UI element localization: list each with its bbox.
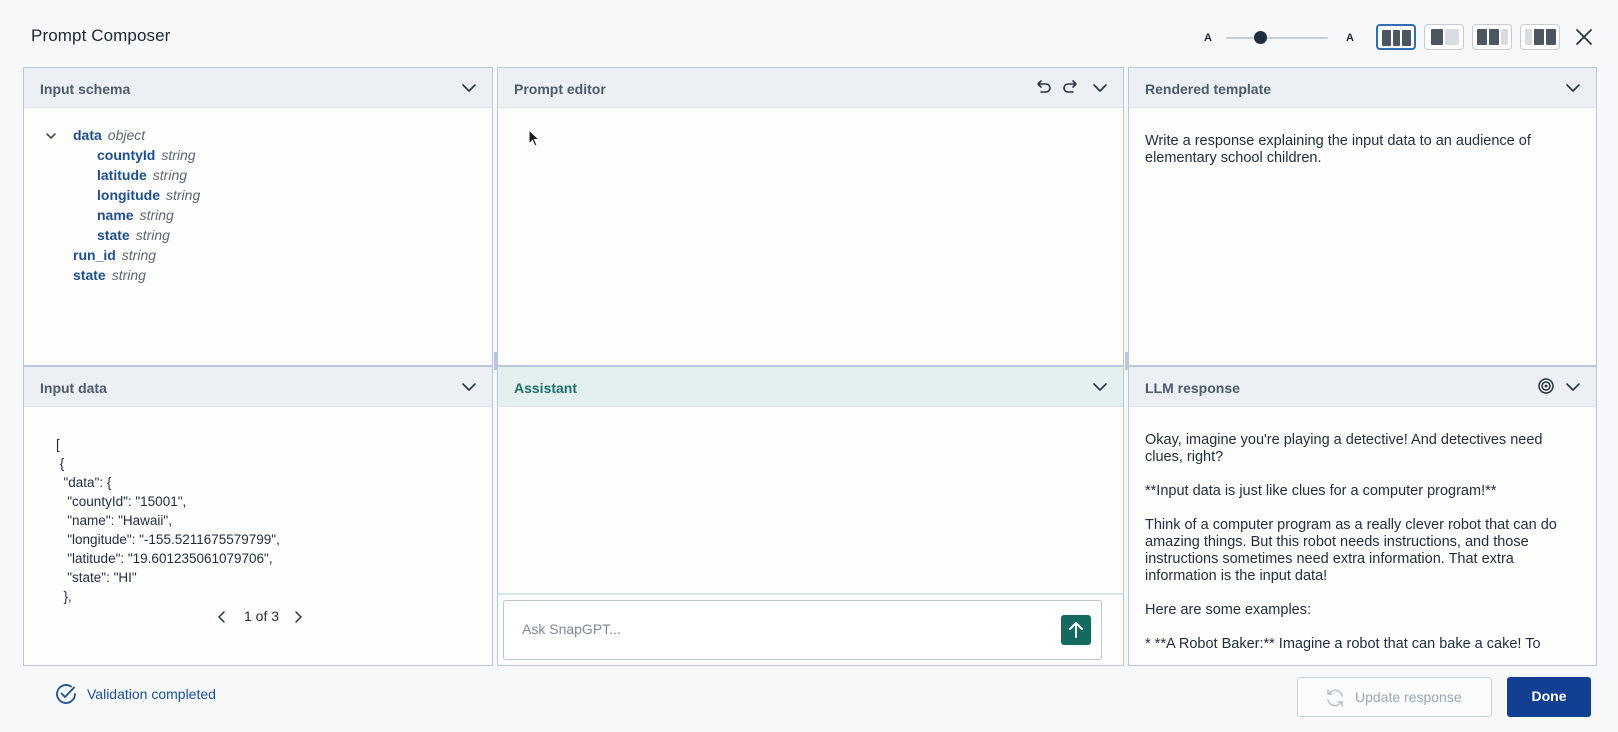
input-schema-panel: Input schema data object countyId string lat… <box>23 67 493 366</box>
rendered-template-text: Write a response explaining the input da… <box>1145 133 1531 166</box>
input-schema-title: Input schema <box>40 81 131 97</box>
prompt-editor-textarea[interactable] <box>514 124 1107 337</box>
llm-response-header[interactable]: LLM response <box>1129 367 1596 407</box>
font-size-small-label: A <box>1204 32 1212 44</box>
check-circle-icon <box>54 682 78 706</box>
title-bar: Prompt Composer A A <box>0 0 1618 66</box>
schema-type: string <box>121 247 157 263</box>
ask-snapgpt-input[interactable]: Ask SnapGPT... <box>503 600 1102 660</box>
undo-icon[interactable] <box>1033 77 1053 97</box>
input-data-panel: Input data [ { "data": { "countyId": "15… <box>23 366 493 666</box>
layout-two-right-button[interactable] <box>1520 24 1560 50</box>
input-data-title: Input data <box>40 380 107 396</box>
schema-key: state <box>73 267 106 283</box>
footer: Validation completed Update response Don… <box>0 666 1618 732</box>
input-data-json: [ { "data": { "countyId": "15001", "name… <box>56 437 280 604</box>
schema-row[interactable]: countyId string <box>44 145 200 165</box>
layout-two-left-button[interactable] <box>1472 24 1512 50</box>
llm-response-paragraph: Think of a computer program as a really … <box>1145 517 1557 584</box>
llm-response-paragraph: Here are some examples: <box>1145 602 1312 618</box>
chevron-down-icon[interactable] <box>460 79 478 97</box>
schema-key: name <box>97 207 134 223</box>
schema-row[interactable]: run_id string <box>44 245 200 265</box>
schema-row[interactable]: state string <box>44 265 200 285</box>
schema-tree: data object countyId string latitude string lo… <box>44 125 200 285</box>
assistant-header[interactable]: Assistant <box>498 367 1123 407</box>
done-label: Done <box>1531 688 1567 704</box>
rendered-template-title: Rendered template <box>1145 81 1272 97</box>
chevron-down-icon[interactable] <box>1091 79 1109 97</box>
font-size-slider[interactable]: A A <box>1204 28 1354 48</box>
schema-row[interactable]: name string <box>44 205 200 225</box>
prompt-editor-header[interactable]: Prompt editor <box>498 68 1123 108</box>
update-response-label: Update response <box>1355 689 1462 705</box>
close-icon[interactable] <box>1572 25 1596 49</box>
input-data-header[interactable]: Input data <box>24 367 492 407</box>
schema-row[interactable]: longitude string <box>44 185 200 205</box>
llm-response-paragraph: **Input data is just like clues for a co… <box>1145 483 1497 499</box>
update-response-button[interactable]: Update response <box>1297 677 1492 717</box>
layout-three-columns-button[interactable] <box>1376 24 1416 50</box>
llm-response-paragraph: * **A Robot Baker:** Imagine a robot tha… <box>1145 636 1541 652</box>
schema-row[interactable]: state string <box>44 225 200 245</box>
window-title: Prompt Composer <box>31 26 171 45</box>
llm-response-text: Okay, imagine you're playing a detective… <box>1145 432 1580 665</box>
send-arrow-icon[interactable] <box>1061 615 1091 645</box>
schema-type: string <box>111 267 146 283</box>
column-resize-handle[interactable] <box>494 352 497 370</box>
target-icon[interactable] <box>1536 376 1556 396</box>
chevron-down-icon[interactable] <box>1564 378 1582 396</box>
column-resize-handle[interactable] <box>1125 352 1128 370</box>
chevron-down-icon[interactable] <box>1091 378 1109 396</box>
rendered-template-header[interactable]: Rendered template <box>1129 68 1596 108</box>
schema-type: string <box>161 147 196 163</box>
llm-response-title: LLM response <box>1145 380 1240 396</box>
input-schema-header[interactable]: Input schema <box>24 68 492 108</box>
assistant-title: Assistant <box>514 380 578 396</box>
schema-key: countyId <box>97 147 156 163</box>
schema-row[interactable]: data object <box>44 125 200 145</box>
chevron-down-icon[interactable] <box>1564 79 1582 97</box>
schema-type: object <box>107 127 146 143</box>
validation-status-text: Validation completed <box>87 686 216 702</box>
schema-key: latitude <box>97 167 147 183</box>
schema-key: data <box>73 127 102 143</box>
redo-icon[interactable] <box>1061 77 1081 97</box>
schema-type: string <box>139 207 174 223</box>
done-button[interactable]: Done <box>1507 677 1591 717</box>
refresh-icon <box>1324 687 1346 709</box>
schema-type: string <box>152 167 188 183</box>
schema-key: run_id <box>73 247 116 263</box>
font-size-large-label: A <box>1346 32 1354 44</box>
chevron-right-icon[interactable] <box>290 609 306 625</box>
prompt-editor-title: Prompt editor <box>514 81 606 97</box>
assistant-divider <box>498 593 1123 595</box>
assistant-panel: Assistant Ask SnapGPT... <box>497 366 1124 666</box>
mouse-cursor-icon <box>528 128 542 149</box>
input-data-pager: 1 of 3 <box>214 607 324 627</box>
layout-single-left-button[interactable] <box>1424 24 1464 50</box>
chevron-down-icon[interactable] <box>460 378 478 396</box>
pager-text: 1 of 3 <box>244 608 280 624</box>
llm-response-paragraph: Okay, imagine you're playing a detective… <box>1145 432 1543 465</box>
slider-track[interactable] <box>1226 37 1328 39</box>
rendered-template-panel: Rendered template Write a response expla… <box>1128 67 1597 366</box>
prompt-editor-panel: Prompt editor <box>497 67 1124 366</box>
ask-snapgpt-placeholder: Ask SnapGPT... <box>522 621 621 637</box>
schema-key: longitude <box>97 187 160 203</box>
slider-thumb[interactable] <box>1253 31 1267 44</box>
chevron-down-icon[interactable] <box>44 128 58 142</box>
llm-response-panel: LLM response Okay, imagine you're playin… <box>1128 366 1597 666</box>
schema-key: state <box>97 227 130 243</box>
schema-type: string <box>135 227 170 243</box>
schema-row[interactable]: latitude string <box>44 165 200 185</box>
schema-type: string <box>166 187 201 203</box>
chevron-left-icon[interactable] <box>214 609 230 625</box>
